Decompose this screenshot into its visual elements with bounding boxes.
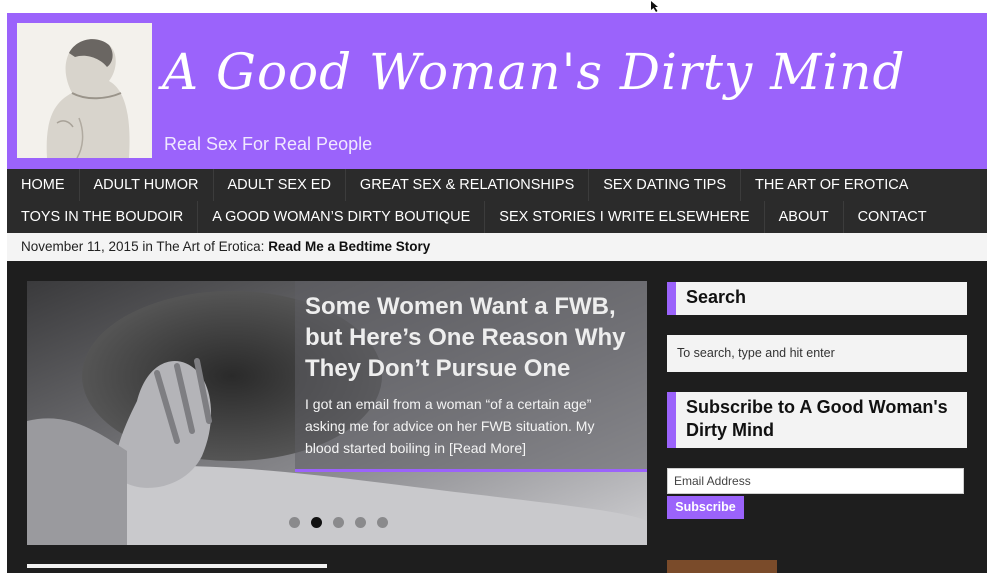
nav-item-sex-dating-tips[interactable]: SEX DATING TIPS [589,169,742,201]
nav-item-about[interactable]: ABOUT [765,201,844,233]
slider-dot[interactable] [355,517,366,528]
latest-post-ticker: November 11, 2015 in The Art of Erotica:… [7,233,987,261]
site-title[interactable]: A Good Woman's Dirty Mind [162,43,905,101]
mouse-cursor-icon [650,0,660,12]
nav-item-great-sex-relationships[interactable]: GREAT SEX & RELATIONSHIPS [346,169,590,201]
slide-caption-underline [295,469,647,472]
nav-item-dirty-boutique[interactable]: A GOOD WOMAN’S DIRTY BOUTIQUE [198,201,486,233]
slider-dot[interactable] [377,517,388,528]
nav-row-1: HOME ADULT HUMOR ADULT SEX ED GREAT SEX … [7,169,922,201]
search-input[interactable]: To search, type and hit enter [667,335,967,372]
nav-row-2: TOYS IN THE BOUDOIR A GOOD WOMAN’S DIRTY… [7,201,941,233]
ticker-post-title[interactable]: Read Me a Bedtime Story [268,239,430,254]
nav-item-art-of-erotica[interactable]: THE ART OF EROTICA [741,169,922,201]
slide-excerpt: I got an email from a woman “of a certai… [305,396,595,456]
nav-item-adult-humor[interactable]: ADULT HUMOR [80,169,214,201]
main-navigation: HOME ADULT HUMOR ADULT SEX ED GREAT SEX … [7,169,987,233]
nav-item-adult-sex-ed[interactable]: ADULT SEX ED [214,169,346,201]
ticker-date: November 11, 2015 [21,239,139,254]
slider-pagination [289,517,388,528]
nav-item-home[interactable]: HOME [7,169,80,201]
slider-dot-active[interactable] [311,517,322,528]
featured-slider: Some Women Want a FWB, but Here’s One Re… [27,281,647,545]
header-illustration[interactable] [17,23,152,158]
ticker-category[interactable]: The Art of Erotica: [156,239,264,254]
slide-caption: Some Women Want a FWB, but Here’s One Re… [295,281,647,471]
nav-item-toys-in-the-boudoir[interactable]: TOYS IN THE BOUDOIR [7,201,199,233]
page: A Good Woman's Dirty Mind Real Sex For R… [7,13,987,573]
slider-dot[interactable] [289,517,300,528]
subscribe-widget-title: Subscribe to A Good Woman's Dirty Mind [667,392,967,448]
slider-dot[interactable] [333,517,344,528]
nav-item-sex-stories-elsewhere[interactable]: SEX STORIES I WRITE ELSEWHERE [485,201,765,233]
next-section-strip [27,564,327,568]
ticker-in: in [142,239,153,254]
site-tagline: Real Sex For Real People [164,134,373,154]
search-widget-title: Search [667,282,967,315]
nav-item-contact[interactable]: CONTACT [844,201,941,233]
slide-title[interactable]: Some Women Want a FWB, but Here’s One Re… [305,291,635,384]
site-header: A Good Woman's Dirty Mind Real Sex For R… [7,13,987,169]
subscribe-button[interactable]: Subscribe [667,496,744,519]
email-field[interactable]: Email Address [667,468,964,494]
